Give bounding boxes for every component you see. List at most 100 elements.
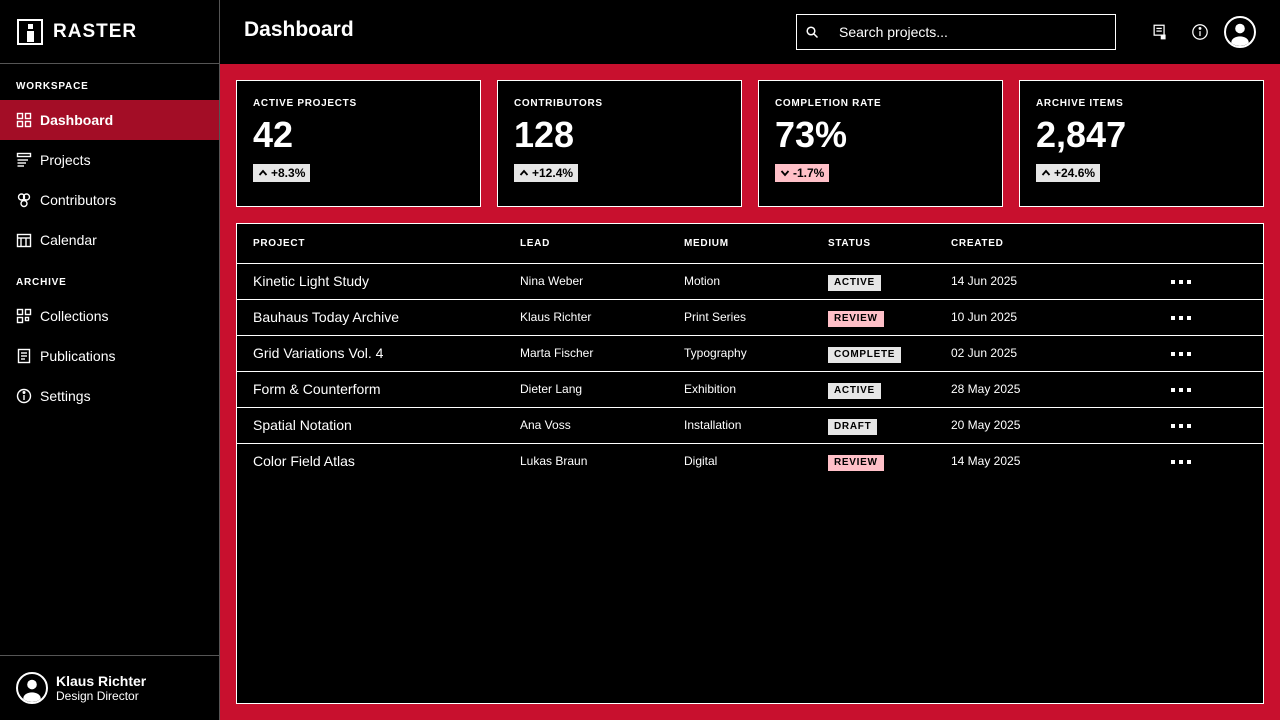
table-row[interactable]: Form & Counterform Dieter Lang Exhibition A… (237, 372, 1263, 408)
brand[interactable]: RASTER (0, 0, 219, 64)
project-medium: Typography (684, 346, 747, 360)
stat-delta: +12.4% (514, 164, 579, 182)
document-icon (16, 348, 32, 364)
project-lead: Nina Weber (520, 274, 584, 288)
table-row[interactable]: Color Field Atlas Lukas Braun Digital REVIE… (237, 444, 1263, 480)
row-more-button[interactable] (1171, 276, 1191, 288)
project-medium: Motion (684, 274, 721, 288)
sidebar-item-label: Dashboard (40, 112, 114, 128)
search-input[interactable] (839, 24, 1099, 40)
calendar-icon (16, 232, 32, 248)
table-row[interactable]: Grid Variations Vol. 4 Marta Fischer Typog… (237, 336, 1263, 372)
stat-card-active-projects: ACTIVE PROJECTS 42 +8.3% (236, 80, 481, 207)
stat-card-contributors: CONTRIBUTORS 128 +12.4% (497, 80, 742, 207)
more-dot-icon (1171, 388, 1175, 392)
stat-delta: +24.6% (1036, 164, 1101, 182)
more-dot-icon (1187, 316, 1191, 320)
user-role: Design Director (56, 688, 139, 703)
more-dot-icon (1171, 352, 1175, 356)
project-medium: Digital (684, 454, 718, 468)
more-dot-icon (1179, 460, 1183, 464)
stat-value: 2,847 (1036, 114, 1127, 155)
column-header-medium[interactable]: MEDIUM (684, 238, 729, 249)
row-more-button[interactable] (1171, 348, 1191, 360)
table-body: Kinetic Light Study Nina Weber Motion ACTIV… (237, 264, 1263, 480)
collections-icon (16, 308, 32, 324)
top-header: Dashboard (220, 0, 1280, 64)
column-header-created[interactable]: CREATED (951, 238, 1004, 249)
row-more-button[interactable] (1171, 456, 1191, 468)
more-dot-icon (1187, 352, 1191, 356)
sidebar-item-publications[interactable]: Publications (0, 336, 219, 376)
stat-delta-value: -1.7% (793, 166, 825, 180)
project-medium: Exhibition (684, 382, 737, 396)
project-created: 20 May 2025 (951, 418, 1021, 432)
more-dot-icon (1179, 352, 1183, 356)
more-dot-icon (1171, 460, 1175, 464)
sidebar-item-settings[interactable]: Settings (0, 376, 219, 416)
stat-value: 128 (514, 114, 575, 155)
stat-value: 42 (253, 114, 294, 155)
avatar (16, 672, 48, 704)
more-dot-icon (1187, 388, 1191, 392)
more-dot-icon (1171, 280, 1175, 284)
stat-delta-value: +12.4% (532, 166, 574, 180)
projects-table: PROJECT LEAD MEDIUM STATUS CREATED Kinet… (236, 223, 1264, 704)
project-name[interactable]: Bauhaus Today Archive (253, 309, 399, 325)
row-more-button[interactable] (1171, 384, 1191, 396)
table-row[interactable]: Bauhaus Today Archive Klaus Richter Print … (237, 300, 1263, 336)
project-name[interactable]: Kinetic Light Study (253, 273, 369, 289)
info-button[interactable] (1190, 22, 1210, 42)
status-badge: ACTIVE (828, 383, 881, 399)
status-badge: REVIEW (828, 311, 884, 327)
nav-section-archive: ARCHIVE (16, 277, 67, 288)
table-row[interactable]: Spatial Notation Ana Voss Installation DRAF… (237, 408, 1263, 444)
column-header-project[interactable]: PROJECT (253, 238, 305, 249)
sidebar-item-label: Contributors (40, 192, 117, 208)
project-name[interactable]: Form & Counterform (253, 381, 381, 397)
more-dot-icon (1187, 280, 1191, 284)
more-dot-icon (1171, 316, 1175, 320)
user-icon (1231, 23, 1249, 46)
row-more-button[interactable] (1171, 312, 1191, 324)
project-medium: Print Series (684, 310, 747, 324)
project-name[interactable]: Color Field Atlas (253, 453, 355, 469)
sidebar-item-dashboard[interactable]: Dashboard (0, 100, 219, 140)
stat-delta: -1.7% (775, 164, 830, 182)
notifications-button[interactable] (1150, 22, 1170, 42)
table-row[interactable]: Kinetic Light Study Nina Weber Motion ACTIV… (237, 264, 1263, 300)
more-dot-icon (1179, 280, 1183, 284)
more-dot-icon (1187, 460, 1191, 464)
header-avatar[interactable] (1224, 16, 1256, 48)
sidebar-item-collections[interactable]: Collections (0, 296, 219, 336)
project-medium: Installation (684, 418, 742, 432)
list-icon (16, 152, 32, 168)
sidebar-item-calendar[interactable]: Calendar (0, 220, 219, 260)
project-name[interactable]: Spatial Notation (253, 417, 352, 433)
project-lead: Lukas Braun (520, 454, 588, 468)
info-circle-icon (16, 388, 32, 404)
device-icon (1153, 24, 1166, 40)
project-lead: Ana Voss (520, 418, 571, 432)
sidebar-item-projects[interactable]: Projects (0, 140, 219, 180)
project-name[interactable]: Grid Variations Vol. 4 (253, 345, 383, 361)
stat-label: CONTRIBUTORS (514, 98, 603, 109)
sidebar-item-label: Collections (40, 308, 109, 324)
more-dot-icon (1179, 316, 1183, 320)
user-profile[interactable]: Klaus Richter Design Director (0, 655, 219, 720)
info-icon (1192, 24, 1208, 40)
chevron-up-icon (1041, 169, 1051, 176)
main-content: ACTIVE PROJECTS 42 +8.3% CONTRIBUTORS 12… (220, 64, 1280, 720)
brand-name: RASTER (53, 20, 138, 42)
column-header-lead[interactable]: LEAD (520, 238, 550, 249)
search-box[interactable] (796, 14, 1116, 50)
status-badge: ACTIVE (828, 275, 881, 291)
column-header-status[interactable]: STATUS (828, 238, 871, 249)
row-more-button[interactable] (1171, 420, 1191, 432)
stat-label: ARCHIVE ITEMS (1036, 98, 1124, 109)
stat-card-archive-items: ARCHIVE ITEMS 2,847 +24.6% (1019, 80, 1264, 207)
sidebar-item-label: Projects (40, 152, 91, 168)
stat-delta-value: +24.6% (1054, 166, 1096, 180)
sidebar-item-contributors[interactable]: Contributors (0, 180, 219, 220)
stat-label: ACTIVE PROJECTS (253, 98, 357, 109)
